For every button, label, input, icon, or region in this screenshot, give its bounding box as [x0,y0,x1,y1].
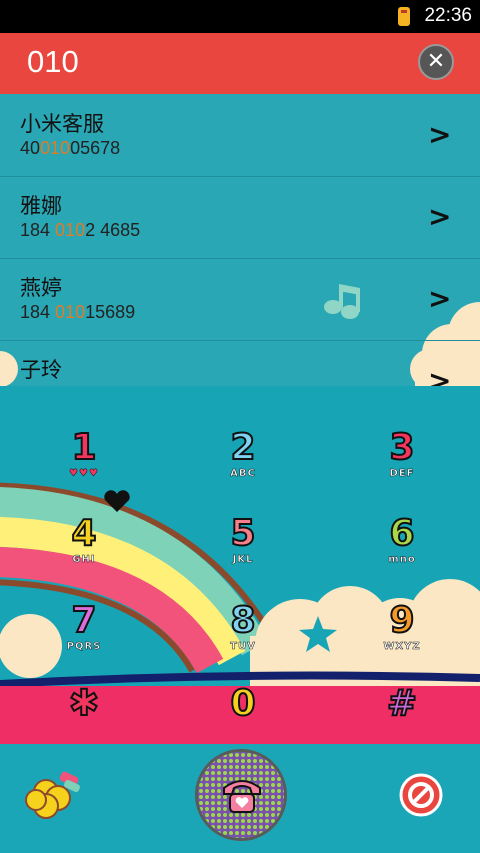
key-letters: GHI [72,554,96,566]
key-digit: 3 [388,427,415,469]
status-time: 22:36 [424,5,472,26]
key-digit: 4 [70,513,97,555]
key-2[interactable]: 2 ABC [183,427,303,498]
contact-name: 雅娜 [20,194,62,218]
key-digit: 8 [229,600,256,642]
key-digit: # [386,683,418,725]
contact-row[interactable]: 小米客服 4001005678 > [0,94,480,177]
phone-icon [223,780,261,813]
dial-query-input[interactable]: 010 [27,44,79,80]
key-letters: ♥♥♥ [69,468,99,480]
key-letters: ABC [230,468,256,480]
key-digit: 2 [229,427,256,469]
chevron-right-icon[interactable]: > [428,118,451,151]
key-6[interactable]: 6 mno [342,513,462,584]
no-entry-icon[interactable] [398,772,444,818]
key-letters: JKL [232,554,254,566]
key-1[interactable]: 1 ♥♥♥ [24,427,144,498]
key-digit: 0 [229,683,256,725]
key-digit: 7 [70,600,97,642]
contact-number: 184 0102 4685 [20,220,141,240]
key-5[interactable]: 5 JKL [183,513,303,584]
key-hash[interactable]: # [342,683,462,744]
chevron-right-icon[interactable]: > [428,364,451,386]
key-digit: ✱ [68,683,100,725]
key-3[interactable]: 3 DEF [342,427,462,498]
chevron-right-icon[interactable]: > [428,200,451,233]
key-letters: WXYZ [383,641,421,653]
chevron-right-icon[interactable]: > [428,282,451,315]
key-digit: 5 [229,513,256,555]
dial-pad: 1 ♥♥♥ 2 ABC 3 DEF 4 GHI 5 JKL 6 mno 7 PQ… [0,386,480,744]
contact-name: 燕婷 [20,276,62,300]
key-9[interactable]: 9 WXYZ [342,600,462,671]
contact-results-list: 小米客服 4001005678 > 雅娜 184 0102 4685 > 燕婷 … [0,94,480,386]
key-digit: 6 [388,513,415,555]
search-header: 010 ✕ [0,33,480,94]
key-letters: TUV [230,641,256,653]
key-digit: 1 [70,427,97,469]
contact-row[interactable]: 燕婷 184 01015689 > [0,258,480,341]
contact-row[interactable]: 雅娜 184 0102 4685 > [0,176,480,259]
key-8[interactable]: 8 TUV [183,600,303,671]
contact-name: 小米客服 [20,112,104,136]
contact-number: 184 01015689 [20,302,136,322]
status-bar: 22:36 [0,0,480,33]
close-icon: ✕ [426,49,446,74]
contact-number: 4001005678 [20,138,121,158]
key-letters: DEF [389,468,415,480]
key-star[interactable]: ✱ [24,683,144,744]
key-digit: 9 [388,600,415,642]
clear-button[interactable]: ✕ [418,44,454,80]
flower-icon[interactable] [24,768,84,824]
key-letters: mno [388,554,416,566]
app-notification-icon [398,7,410,26]
key-0[interactable]: 0 [183,683,303,744]
contact-row[interactable]: 子玲 > [0,340,480,386]
contact-name: 子玲 [20,358,62,382]
bottom-bar [0,744,480,853]
call-button[interactable] [195,749,287,841]
key-4[interactable]: 4 GHI [24,513,144,584]
key-7[interactable]: 7 PQRS [24,600,144,671]
key-letters: PQRS [66,641,102,653]
